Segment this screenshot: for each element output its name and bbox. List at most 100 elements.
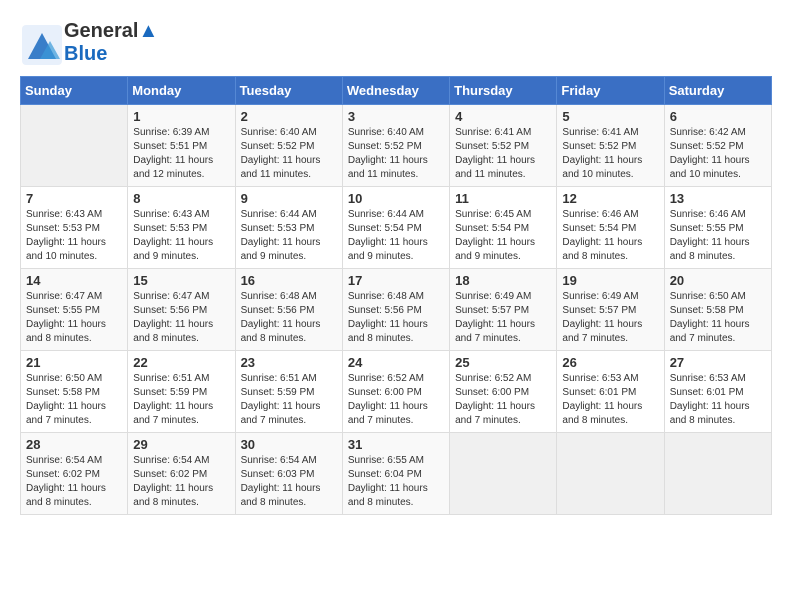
calendar-week-row: 14 Sunrise: 6:47 AM Sunset: 5:55 PM Dayli… — [21, 269, 772, 351]
day-number: 25 — [455, 355, 551, 370]
calendar-day-cell: 7 Sunrise: 6:43 AM Sunset: 5:53 PM Daylig… — [21, 187, 128, 269]
calendar-day-cell: 16 Sunrise: 6:48 AM Sunset: 5:56 PM Dayli… — [235, 269, 342, 351]
day-number: 26 — [562, 355, 658, 370]
day-number: 21 — [26, 355, 122, 370]
day-number: 23 — [241, 355, 337, 370]
day-number: 5 — [562, 109, 658, 124]
day-number: 15 — [133, 273, 229, 288]
day-info: Sunrise: 6:54 AM Sunset: 6:03 PM Dayligh… — [241, 454, 337, 510]
day-info: Sunrise: 6:50 AM Sunset: 5:58 PM Dayligh… — [670, 290, 766, 346]
calendar-day-cell — [450, 433, 557, 515]
day-number: 22 — [133, 355, 229, 370]
calendar-day-cell: 9Sunrise: 6:44 AM Sunset: 5:53 PM Daylig… — [235, 187, 342, 269]
calendar-day-cell: 29 Sunrise: 6:54 AM Sunset: 6:02 PM Dayli… — [128, 433, 235, 515]
day-info: Sunrise: 6:44 AM Sunset: 5:53 PM Dayligh… — [241, 208, 337, 264]
calendar-day-cell: 30Sunrise: 6:54 AM Sunset: 6:03 PM Dayli… — [235, 433, 342, 515]
day-info: Sunrise: 6:39 AM Sunset: 5:51 PM Dayligh… — [133, 126, 229, 182]
weekday-header-cell: Saturday — [664, 77, 771, 105]
day-info: Sunrise: 6:53 AM Sunset: 6:01 PM Dayligh… — [562, 372, 658, 428]
day-info: Sunrise: 6:40 AM Sunset: 5:52 PM Dayligh… — [241, 126, 337, 182]
calendar-day-cell: 4Sunrise: 6:41 AM Sunset: 5:52 PM Daylig… — [450, 105, 557, 187]
calendar-day-cell: 3Sunrise: 6:40 AM Sunset: 5:52 PM Daylig… — [342, 105, 449, 187]
calendar-day-cell: 18 Sunrise: 6:49 AM Sunset: 5:57 PM Dayli… — [450, 269, 557, 351]
calendar-day-cell: 8 Sunrise: 6:43 AM Sunset: 5:53 PM Daylig… — [128, 187, 235, 269]
calendar-day-cell: 20 Sunrise: 6:50 AM Sunset: 5:58 PM Dayli… — [664, 269, 771, 351]
calendar-table: SundayMondayTuesdayWednesdayThursdayFrid… — [20, 76, 772, 515]
calendar-day-cell: 5 Sunrise: 6:41 AM Sunset: 5:52 PM Daylig… — [557, 105, 664, 187]
day-info: Sunrise: 6:51 AM Sunset: 5:59 PM Dayligh… — [133, 372, 229, 428]
day-info: Sunrise: 6:51 AM Sunset: 5:59 PM Dayligh… — [241, 372, 337, 428]
calendar-day-cell: 22 Sunrise: 6:51 AM Sunset: 5:59 PM Dayli… — [128, 351, 235, 433]
calendar-day-cell: 31 Sunrise: 6:55 AM Sunset: 6:04 PM Dayli… — [342, 433, 449, 515]
calendar-day-cell — [557, 433, 664, 515]
day-number: 4 — [455, 109, 551, 124]
day-number: 29 — [133, 437, 229, 452]
calendar-day-cell: 15 Sunrise: 6:47 AM Sunset: 5:56 PM Dayli… — [128, 269, 235, 351]
day-info: Sunrise: 6:53 AM Sunset: 6:01 PM Dayligh… — [670, 372, 766, 428]
weekday-header-cell: Tuesday — [235, 77, 342, 105]
day-info: Sunrise: 6:55 AM Sunset: 6:04 PM Dayligh… — [348, 454, 444, 510]
day-number: 14 — [26, 273, 122, 288]
day-info: Sunrise: 6:41 AM Sunset: 5:52 PM Dayligh… — [562, 126, 658, 182]
calendar-day-cell — [21, 105, 128, 187]
day-number: 20 — [670, 273, 766, 288]
day-number: 31 — [348, 437, 444, 452]
calendar-day-cell — [664, 433, 771, 515]
day-info: Sunrise: 6:50 AM Sunset: 5:58 PM Dayligh… — [26, 372, 122, 428]
weekday-header-cell: Thursday — [450, 77, 557, 105]
weekday-header-cell: Wednesday — [342, 77, 449, 105]
calendar-week-row: 28 Sunrise: 6:54 AM Sunset: 6:02 PM Dayli… — [21, 433, 772, 515]
day-number: 18 — [455, 273, 551, 288]
calendar-week-row: 1 Sunrise: 6:39 AM Sunset: 5:51 PM Daylig… — [21, 105, 772, 187]
day-number: 8 — [133, 191, 229, 206]
day-number: 24 — [348, 355, 444, 370]
calendar-day-cell: 6Sunrise: 6:42 AM Sunset: 5:52 PM Daylig… — [664, 105, 771, 187]
day-info: Sunrise: 6:43 AM Sunset: 5:53 PM Dayligh… — [133, 208, 229, 264]
calendar-day-cell: 14 Sunrise: 6:47 AM Sunset: 5:55 PM Dayli… — [21, 269, 128, 351]
logo-icon — [20, 23, 60, 63]
day-number: 7 — [26, 191, 122, 206]
day-info: Sunrise: 6:47 AM Sunset: 5:55 PM Dayligh… — [26, 290, 122, 346]
day-info: Sunrise: 6:40 AM Sunset: 5:52 PM Dayligh… — [348, 126, 444, 182]
day-info: Sunrise: 6:52 AM Sunset: 6:00 PM Dayligh… — [455, 372, 551, 428]
logo: General▲ Blue — [20, 20, 158, 66]
day-number: 13 — [670, 191, 766, 206]
calendar-day-cell: 1 Sunrise: 6:39 AM Sunset: 5:51 PM Daylig… — [128, 105, 235, 187]
day-number: 19 — [562, 273, 658, 288]
calendar-week-row: 7 Sunrise: 6:43 AM Sunset: 5:53 PM Daylig… — [21, 187, 772, 269]
day-info: Sunrise: 6:52 AM Sunset: 6:00 PM Dayligh… — [348, 372, 444, 428]
calendar-body: 1 Sunrise: 6:39 AM Sunset: 5:51 PM Daylig… — [21, 105, 772, 515]
calendar-day-cell: 24 Sunrise: 6:52 AM Sunset: 6:00 PM Dayli… — [342, 351, 449, 433]
calendar-day-cell: 26 Sunrise: 6:53 AM Sunset: 6:01 PM Dayli… — [557, 351, 664, 433]
day-info: Sunrise: 6:45 AM Sunset: 5:54 PM Dayligh… — [455, 208, 551, 264]
calendar-day-cell: 27 Sunrise: 6:53 AM Sunset: 6:01 PM Dayli… — [664, 351, 771, 433]
day-info: Sunrise: 6:47 AM Sunset: 5:56 PM Dayligh… — [133, 290, 229, 346]
day-number: 17 — [348, 273, 444, 288]
day-number: 12 — [562, 191, 658, 206]
day-number: 16 — [241, 273, 337, 288]
page-header: General▲ Blue — [20, 20, 772, 66]
weekday-header-cell: Friday — [557, 77, 664, 105]
day-info: Sunrise: 6:42 AM Sunset: 5:52 PM Dayligh… — [670, 126, 766, 182]
day-info: Sunrise: 6:44 AM Sunset: 5:54 PM Dayligh… — [348, 208, 444, 264]
calendar-day-cell: 17 Sunrise: 6:48 AM Sunset: 5:56 PM Dayli… — [342, 269, 449, 351]
day-info: Sunrise: 6:54 AM Sunset: 6:02 PM Dayligh… — [133, 454, 229, 510]
day-info: Sunrise: 6:46 AM Sunset: 5:54 PM Dayligh… — [562, 208, 658, 264]
day-info: Sunrise: 6:48 AM Sunset: 5:56 PM Dayligh… — [348, 290, 444, 346]
day-number: 27 — [670, 355, 766, 370]
logo-text: General▲ Blue — [64, 20, 158, 66]
day-info: Sunrise: 6:49 AM Sunset: 5:57 PM Dayligh… — [455, 290, 551, 346]
calendar-day-cell: 2 Sunrise: 6:40 AM Sunset: 5:52 PM Daylig… — [235, 105, 342, 187]
day-info: Sunrise: 6:48 AM Sunset: 5:56 PM Dayligh… — [241, 290, 337, 346]
day-number: 28 — [26, 437, 122, 452]
calendar-day-cell: 12 Sunrise: 6:46 AM Sunset: 5:54 PM Dayli… — [557, 187, 664, 269]
day-info: Sunrise: 6:54 AM Sunset: 6:02 PM Dayligh… — [26, 454, 122, 510]
calendar-day-cell: 21 Sunrise: 6:50 AM Sunset: 5:58 PM Dayli… — [21, 351, 128, 433]
calendar-day-cell: 25 Sunrise: 6:52 AM Sunset: 6:00 PM Dayli… — [450, 351, 557, 433]
calendar-day-cell: 28 Sunrise: 6:54 AM Sunset: 6:02 PM Dayli… — [21, 433, 128, 515]
calendar-day-cell: 13Sunrise: 6:46 AM Sunset: 5:55 PM Dayli… — [664, 187, 771, 269]
day-info: Sunrise: 6:43 AM Sunset: 5:53 PM Dayligh… — [26, 208, 122, 264]
day-number: 1 — [133, 109, 229, 124]
weekday-header-cell: Sunday — [21, 77, 128, 105]
day-number: 2 — [241, 109, 337, 124]
